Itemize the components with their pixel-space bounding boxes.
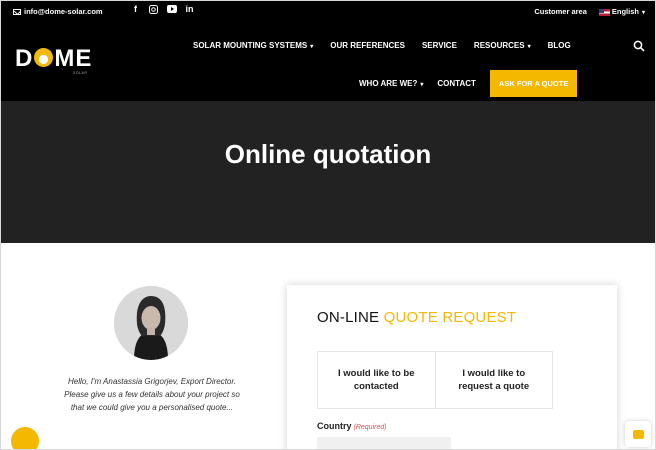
topbar-right: Customer area English ▾ xyxy=(534,7,645,16)
form-title: ON-LINE QUOTE REQUEST xyxy=(317,309,516,326)
required-marker: (Required) xyxy=(353,424,387,431)
email-text: info@dome-solar.com xyxy=(24,7,103,16)
chevron-down-icon: ▾ xyxy=(310,44,314,50)
us-flag-icon xyxy=(598,8,610,16)
person-portrait-icon xyxy=(114,286,188,360)
linkedin-icon[interactable]: in xyxy=(185,5,194,14)
option-be-contacted[interactable]: I would like to be contacted xyxy=(318,352,435,408)
request-type-options: I would like to be contacted I would lik… xyxy=(317,351,553,409)
chevron-down-icon: ▾ xyxy=(527,44,531,50)
nav-who-are-we[interactable]: WHO ARE WE? ▾ xyxy=(359,79,423,88)
nav-label: WHO ARE WE? xyxy=(359,79,418,88)
email-link[interactable]: info@dome-solar.com xyxy=(13,7,103,16)
language-selector[interactable]: English ▾ xyxy=(598,7,645,16)
secondary-nav: WHO ARE WE? ▾ CONTACT ASK FOR A QUOTE xyxy=(359,70,578,97)
country-select[interactable] xyxy=(317,437,451,449)
logo-subtitle: SOLAR xyxy=(73,71,88,75)
chevron-down-icon: ▾ xyxy=(641,10,645,16)
nav-label: SOLAR MOUNTING SYSTEMS xyxy=(193,41,308,50)
quote-request-card: ON-LINE QUOTE REQUEST I would like to be… xyxy=(287,285,617,449)
browser-frame: info@dome-solar.com f in Customer area E… xyxy=(0,0,656,450)
chat-icon xyxy=(632,429,644,439)
nav-resources[interactable]: RESOURCES ▾ xyxy=(474,41,531,50)
nav-service[interactable]: SERVICE xyxy=(422,41,457,50)
logo-sun-icon xyxy=(34,48,54,67)
intro-text: Hello, I'm Anastassia Grigorjev, Export … xyxy=(64,377,240,412)
chat-button[interactable] xyxy=(625,421,651,447)
chevron-down-icon: ▾ xyxy=(420,82,424,88)
logo-text-right: ME xyxy=(54,45,93,72)
ask-quote-button[interactable]: ASK FOR A QUOTE xyxy=(489,70,578,97)
main-nav: SOLAR MOUNTING SYSTEMS ▾ OUR REFERENCES S… xyxy=(193,41,571,50)
country-label: Country (Required) xyxy=(317,421,387,431)
nav-contact[interactable]: CONTACT xyxy=(437,79,476,88)
youtube-icon[interactable] xyxy=(167,5,177,14)
nav-solar-mounting[interactable]: SOLAR MOUNTING SYSTEMS ▾ xyxy=(193,41,313,50)
mail-icon xyxy=(13,8,21,15)
language-label: English xyxy=(611,7,639,16)
nav-references[interactable]: OUR REFERENCES xyxy=(330,41,405,50)
site-header: D ME SOLAR SOLAR MOUNTING SYSTEMS ▾ OUR RE… xyxy=(1,23,655,101)
nav-label: RESOURCES xyxy=(473,41,525,50)
form-title-accent: QUOTE REQUEST xyxy=(383,309,517,326)
logo-text-left: D xyxy=(15,45,34,72)
instagram-icon[interactable] xyxy=(149,5,158,14)
top-utility-bar: info@dome-solar.com f in Customer area E… xyxy=(1,1,655,23)
social-links: f in xyxy=(131,5,194,14)
customer-area-link[interactable]: Customer area xyxy=(534,7,587,16)
nav-blog[interactable]: BLOG xyxy=(548,41,571,50)
dome-logo[interactable]: D ME xyxy=(15,45,92,73)
accessibility-button[interactable] xyxy=(11,427,39,449)
page-title: Online quotation xyxy=(224,139,432,169)
country-label-text: Country xyxy=(317,421,352,431)
facebook-icon[interactable]: f xyxy=(131,5,140,14)
search-icon[interactable] xyxy=(633,40,645,52)
option-request-quote[interactable]: I would like to request a quote xyxy=(434,352,553,408)
avatar xyxy=(114,286,188,360)
hero-banner: Online quotation xyxy=(1,101,655,243)
form-title-main: ON-LINE xyxy=(317,309,384,326)
